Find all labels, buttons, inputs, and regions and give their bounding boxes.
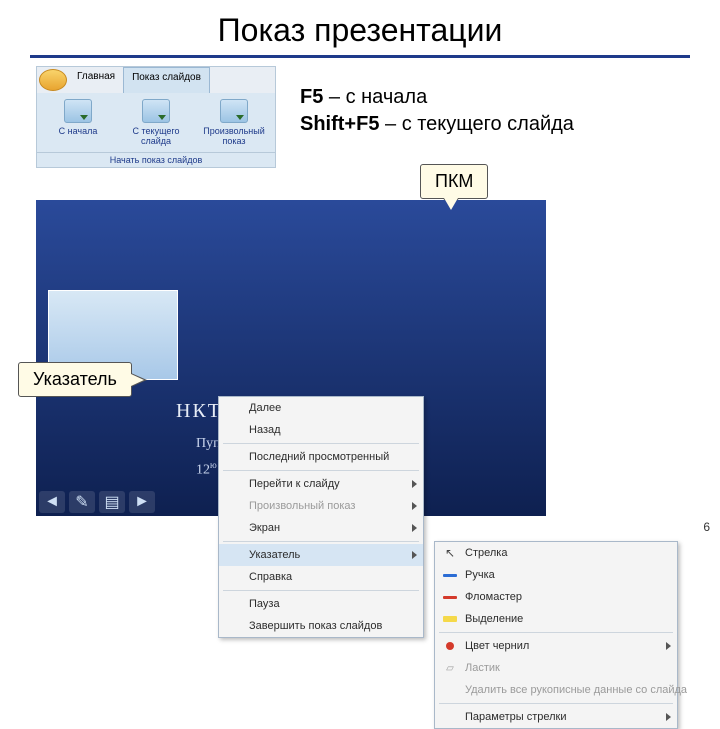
menu-item[interactable]: Справка (219, 566, 423, 588)
custom-show-button[interactable]: Произвольный показ (197, 97, 271, 148)
chevron-right-icon (412, 524, 417, 532)
blank-icon (225, 619, 243, 633)
blank-icon (225, 521, 243, 535)
chevron-right-icon (412, 551, 417, 559)
menu-item-label: Параметры стрелки (465, 711, 660, 723)
menu-item: Произвольный показ (219, 495, 423, 517)
menu-item-label: Удалить все рукописные данные со слайда (465, 684, 687, 696)
slide-heading: НКТ (176, 400, 222, 423)
hotkeys: F5 – с начала Shift+F5 – с текущего слай… (300, 86, 574, 140)
menu-item-label: Цвет чернил (465, 640, 660, 652)
menu-item-label: Перейти к слайду (249, 478, 406, 490)
menu-item-label: Ручка (465, 569, 671, 581)
blank-icon (225, 450, 243, 464)
custom-show-label: Произвольный показ (199, 126, 269, 146)
menu-item[interactable]: Перейти к слайду (219, 473, 423, 495)
chevron-right-icon (412, 480, 417, 488)
swatch-icon (441, 639, 459, 653)
chevron-right-icon (412, 502, 417, 510)
menu-item-label: Произвольный показ (249, 500, 406, 512)
menu-separator (223, 443, 419, 444)
menu-item[interactable]: Параметры стрелки (435, 706, 677, 728)
menu-item-label: Далее (249, 402, 417, 414)
menu-item[interactable]: Пауза (219, 593, 423, 615)
from-current-label: С текущего слайда (121, 126, 191, 146)
menu-item[interactable]: Завершить показ слайдов (219, 615, 423, 637)
next-slide-button[interactable]: ► (129, 491, 155, 513)
page-title: Показ презентации (0, 0, 720, 55)
menu-item: Удалить все рукописные данные со слайда (435, 679, 677, 701)
menu-item[interactable]: Указатель (219, 544, 423, 566)
blank-icon (225, 597, 243, 611)
menu-item-label: Последний просмотренный (249, 451, 417, 463)
callout-pkm: ПКМ (420, 164, 488, 199)
pointer-submenu: ↖ Стрелка Ручка Фломастер Выделение Цвет черн… (434, 541, 678, 729)
play-current-icon (142, 99, 170, 123)
tab-slideshow[interactable]: Показ слайдов (123, 67, 210, 93)
menu-separator (223, 590, 419, 591)
menu-item-label: Выделение (465, 613, 671, 625)
menu-item[interactable]: Фломастер (435, 586, 677, 608)
menu-item[interactable]: ↖ Стрелка (435, 542, 677, 564)
blank-icon (225, 570, 243, 584)
menu-item: ▱ Ластик (435, 657, 677, 679)
from-beginning-label: С начала (43, 126, 113, 136)
chevron-right-icon (666, 713, 671, 721)
play-icon (64, 99, 92, 123)
menu-item-label: Пауза (249, 598, 417, 610)
menu-item-label: Фломастер (465, 591, 671, 603)
from-current-button[interactable]: С текущего слайда (119, 97, 193, 148)
menu-item[interactable]: Выделение (435, 608, 677, 630)
ribbon-group-label: Начать показ слайдов (37, 152, 275, 167)
menu-item[interactable]: Назад (219, 419, 423, 441)
callout-pointer: Указатель (18, 362, 132, 397)
context-menu: Далее Назад Последний просмотренный Перейти… (218, 396, 424, 638)
hotkey-f5: F5 (300, 86, 323, 108)
blank-icon (225, 423, 243, 437)
pen-tool-button[interactable]: ✎ (69, 491, 95, 513)
menu-item-label: Ластик (465, 662, 671, 674)
menu-item-label: Указатель (249, 549, 406, 561)
menu-separator (439, 703, 673, 704)
pen-red-icon (441, 590, 459, 604)
blank-icon (225, 477, 243, 491)
prev-slide-button[interactable]: ◄ (39, 491, 65, 513)
menu-item[interactable]: Последний просмотренный (219, 446, 423, 468)
menu-item[interactable]: Цвет чернил (435, 635, 677, 657)
blank-icon (441, 683, 459, 697)
custom-show-icon (220, 99, 248, 123)
blank-icon (441, 710, 459, 724)
tab-home[interactable]: Главная (69, 67, 123, 93)
office-button[interactable] (39, 69, 67, 91)
menu-item[interactable]: Далее (219, 397, 423, 419)
menu-button[interactable]: ▤ (99, 491, 125, 513)
arrow-icon: ↖ (441, 546, 459, 560)
eraser-icon: ▱ (441, 661, 459, 675)
menu-item-label: Справка (249, 571, 417, 583)
menu-separator (223, 541, 419, 542)
title-underline (30, 55, 690, 58)
chevron-right-icon (666, 642, 671, 650)
highlight-icon (441, 612, 459, 626)
hotkey-f5-desc: – с начала (323, 86, 427, 108)
from-beginning-button[interactable]: С начала (41, 97, 115, 148)
ribbon: Главная Показ слайдов С начала С текущег… (36, 66, 276, 168)
blank-icon (225, 499, 243, 513)
blank-icon (225, 401, 243, 415)
menu-item-label: Стрелка (465, 547, 671, 559)
menu-separator (223, 470, 419, 471)
page-number: 6 (703, 520, 710, 534)
menu-item-label: Назад (249, 424, 417, 436)
hotkey-shift-f5-desc: – с текущего слайда (379, 113, 573, 135)
menu-item-label: Завершить показ слайдов (249, 620, 417, 632)
menu-item-label: Экран (249, 522, 406, 534)
menu-separator (439, 632, 673, 633)
hotkey-shift-f5: Shift+F5 (300, 113, 379, 135)
pen-blue-icon (441, 568, 459, 582)
slideshow-nav: ◄ ✎ ▤ ► (36, 488, 158, 516)
blank-icon (225, 548, 243, 562)
menu-item[interactable]: Ручка (435, 564, 677, 586)
menu-item[interactable]: Экран (219, 517, 423, 539)
